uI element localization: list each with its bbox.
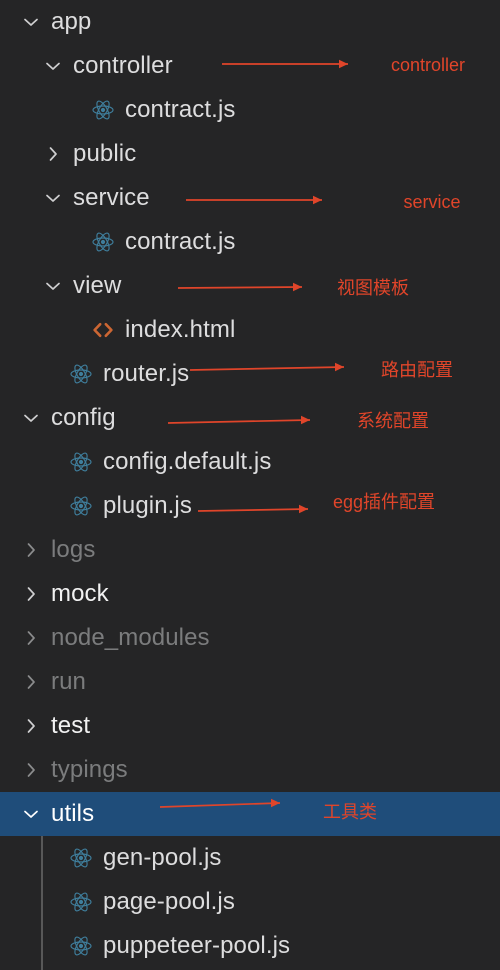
tree-row-label: utils — [51, 800, 95, 827]
row-indent — [0, 44, 40, 88]
tree-row-config-default-js[interactable]: config.default.js — [0, 440, 500, 484]
tree-row-label: view — [73, 272, 122, 299]
row-indent — [0, 176, 40, 220]
react-js-icon — [88, 88, 118, 132]
tree-row-label: page-pool.js — [103, 888, 235, 915]
chevron-right-icon[interactable] — [18, 660, 44, 704]
chevron-down-icon[interactable] — [18, 396, 44, 440]
react-js-icon — [66, 880, 96, 924]
react-js-icon — [66, 440, 96, 484]
row-indent — [0, 572, 18, 616]
tree-row-label: app — [51, 8, 92, 35]
html-code-icon — [88, 308, 118, 352]
tree-row-contract-js[interactable]: contract.js — [0, 220, 500, 264]
row-indent — [0, 528, 18, 572]
tree-row-label: controller — [73, 52, 173, 79]
file-explorer-tree: app controller contract.js public service con… — [0, 0, 500, 970]
tree-row-contract-js[interactable]: contract.js — [0, 88, 500, 132]
tree-row-label: contract.js — [125, 228, 236, 255]
tree-row-utils[interactable]: utils — [0, 792, 500, 836]
tree-row-label: config — [51, 404, 116, 431]
react-js-icon — [66, 352, 96, 396]
chevron-down-icon[interactable] — [40, 264, 66, 308]
row-indent — [0, 660, 18, 704]
react-js-icon — [66, 836, 96, 880]
tree-row-label: puppeteer-pool.js — [103, 932, 291, 959]
row-indent — [0, 88, 62, 132]
tree-row-label: gen-pool.js — [103, 844, 222, 871]
tree-row-label: test — [51, 712, 91, 739]
row-indent — [0, 132, 40, 176]
tree-row-label: typings — [51, 756, 128, 783]
tree-row-label: contract.js — [125, 96, 236, 123]
tree-row-run[interactable]: run — [0, 660, 500, 704]
row-indent — [0, 924, 40, 968]
row-indent — [0, 792, 18, 836]
tree-row-label: index.html — [125, 316, 236, 343]
chevron-right-icon[interactable] — [18, 616, 44, 660]
tree-row-label: public — [73, 140, 137, 167]
tree-row-page-pool-js[interactable]: page-pool.js — [0, 880, 500, 924]
tree-row-label: router.js — [103, 360, 190, 387]
tree-row-service[interactable]: service — [0, 176, 500, 220]
row-indent — [0, 484, 40, 528]
chevron-down-icon[interactable] — [18, 0, 44, 44]
tree-row-logs[interactable]: logs — [0, 528, 500, 572]
tree-row-test[interactable]: test — [0, 704, 500, 748]
chevron-right-icon[interactable] — [18, 704, 44, 748]
row-indent — [0, 352, 40, 396]
tree-row-label: service — [73, 184, 150, 211]
row-indent — [0, 748, 18, 792]
react-js-icon — [88, 220, 118, 264]
row-indent — [0, 704, 18, 748]
chevron-down-icon[interactable] — [40, 176, 66, 220]
tree-row-gen-pool-js[interactable]: gen-pool.js — [0, 836, 500, 880]
row-indent — [0, 836, 40, 880]
row-indent — [0, 220, 62, 264]
tree-row-controller[interactable]: controller — [0, 44, 500, 88]
tree-row-router-js[interactable]: router.js — [0, 352, 500, 396]
tree-row-public[interactable]: public — [0, 132, 500, 176]
row-indent — [0, 880, 40, 924]
tree-row-config[interactable]: config — [0, 396, 500, 440]
row-indent — [0, 616, 18, 660]
tree-row-label: logs — [51, 536, 96, 563]
tree-row-node-modules[interactable]: node_modules — [0, 616, 500, 660]
chevron-right-icon[interactable] — [40, 132, 66, 176]
react-js-icon — [66, 484, 96, 528]
chevron-right-icon[interactable] — [18, 528, 44, 572]
tree-row-view[interactable]: view — [0, 264, 500, 308]
tree-row-label: plugin.js — [103, 492, 192, 519]
tree-row-typings[interactable]: typings — [0, 748, 500, 792]
row-indent — [0, 308, 62, 352]
react-js-icon — [66, 924, 96, 968]
chevron-down-icon[interactable] — [18, 792, 44, 836]
row-indent — [0, 396, 18, 440]
tree-row-puppeteer-pool-js[interactable]: puppeteer-pool.js — [0, 924, 500, 968]
chevron-down-icon[interactable] — [40, 44, 66, 88]
tree-row-label: run — [51, 668, 86, 695]
row-indent — [0, 0, 18, 44]
tree-row-label: config.default.js — [103, 448, 272, 475]
chevron-right-icon[interactable] — [18, 748, 44, 792]
chevron-right-icon[interactable] — [18, 572, 44, 616]
tree-row-plugin-js[interactable]: plugin.js — [0, 484, 500, 528]
row-indent — [0, 440, 40, 484]
tree-row-app[interactable]: app — [0, 0, 500, 44]
row-indent — [0, 264, 40, 308]
tree-row-label: node_modules — [51, 624, 210, 651]
tree-row-mock[interactable]: mock — [0, 572, 500, 616]
tree-row-index-html[interactable]: index.html — [0, 308, 500, 352]
tree-row-label: mock — [51, 580, 109, 607]
